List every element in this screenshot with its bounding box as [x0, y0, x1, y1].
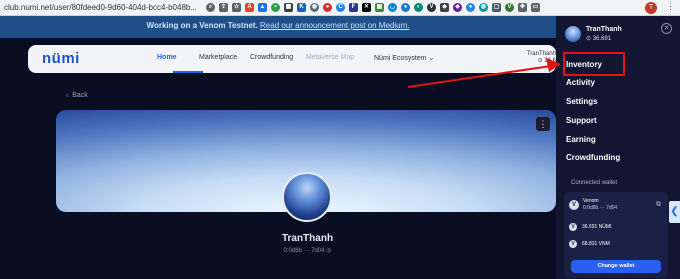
annotation-arrow-line: [407, 65, 552, 88]
annotation-arrow: [407, 58, 561, 88]
annotation-arrow-head: [546, 58, 561, 72]
